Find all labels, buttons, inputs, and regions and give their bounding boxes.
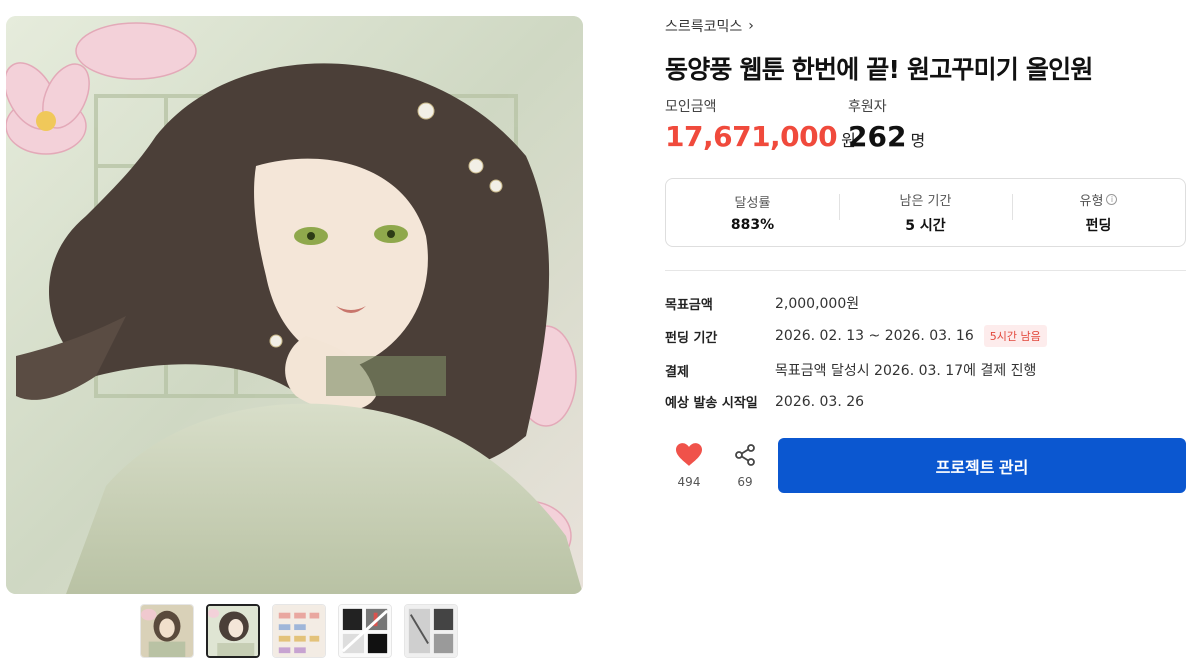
creator-name: 스르륵코믹스 — [665, 19, 743, 35]
info-icon[interactable]: i — [1106, 194, 1118, 205]
thumbnail-5[interactable] — [404, 604, 458, 658]
section-divider — [665, 270, 1186, 271]
detail-period: 펀딩 기간 2026. 02. 13 ~ 2026. 03. 16 5시간 남음 — [665, 325, 1047, 347]
remaining-badge: 5시간 남음 — [983, 325, 1047, 347]
payment-label: 결제 — [665, 364, 689, 380]
project-main-image — [6, 16, 583, 594]
period-value: 2026. 02. 13 ~ 2026. 03. 16 — [775, 328, 974, 344]
detail-payment: 결제 목표금액 달성시 2026. 03. 17에 결제 진행 — [665, 360, 1036, 380]
thumbnail-1[interactable] — [140, 604, 194, 658]
backers-label: 후원자 — [848, 99, 887, 115]
chevron-right-icon: › — [748, 18, 754, 34]
manage-project-button[interactable]: 프로젝트 관리 — [778, 438, 1186, 493]
rate-value: 883% — [730, 217, 775, 233]
detail-goal: 목표금액 2,000,000원 — [665, 293, 859, 313]
type-value: 펀딩 — [1085, 218, 1112, 234]
backers-unit: 명 — [910, 131, 926, 150]
share-count: 69 — [737, 475, 753, 489]
amount-value-group: 17,671,000 원 — [665, 120, 856, 153]
amount-label: 모인금액 — [665, 99, 717, 115]
backers-value: 262 — [848, 120, 907, 153]
summary-remaining: 남은 기간 5 시간 — [839, 190, 1012, 235]
ship-label: 예상 발송 시작일 — [665, 396, 758, 411]
creator-link[interactable]: 스르륵코믹스 › — [665, 16, 754, 36]
type-label: 유형 — [1079, 194, 1104, 209]
summary-type: 유형 i 펀딩 — [1012, 190, 1185, 235]
backers-value-group: 262 명 — [848, 120, 925, 153]
thumbnail-strip — [140, 604, 458, 658]
ship-value: 2026. 03. 26 — [775, 393, 865, 410]
period-label: 펀딩 기간 — [665, 330, 718, 346]
thumbnail-2[interactable] — [206, 604, 260, 658]
rate-label: 달성률 — [734, 196, 771, 211]
thumbnail-3[interactable] — [272, 604, 326, 658]
thumbnail-4[interactable] — [338, 604, 392, 658]
remaining-label: 남은 기간 — [899, 194, 952, 209]
goal-value: 2,000,000원 — [775, 296, 860, 312]
project-title: 동양풍 웹툰 한번에 끝! 원고꾸미기 올인원 — [665, 55, 1093, 84]
like-button[interactable]: 494 — [668, 443, 710, 489]
amount-value: 17,671,000 — [665, 120, 838, 153]
remaining-value: 5 시간 — [905, 218, 946, 234]
summary-rate: 달성률 883% — [666, 192, 839, 233]
like-count: 494 — [677, 475, 701, 489]
detail-shipping: 예상 발송 시작일 2026. 03. 26 — [665, 392, 865, 412]
heart-icon — [676, 443, 702, 466]
payment-value: 목표금액 달성시 2026. 03. 17에 결제 진행 — [775, 363, 1037, 379]
share-icon — [735, 444, 755, 466]
summary-box: 달성률 883% 남은 기간 5 시간 유형 i 펀딩 — [665, 178, 1186, 247]
illustration-image — [6, 16, 583, 594]
share-button[interactable]: 69 — [724, 443, 766, 489]
goal-label: 목표금액 — [665, 297, 713, 313]
